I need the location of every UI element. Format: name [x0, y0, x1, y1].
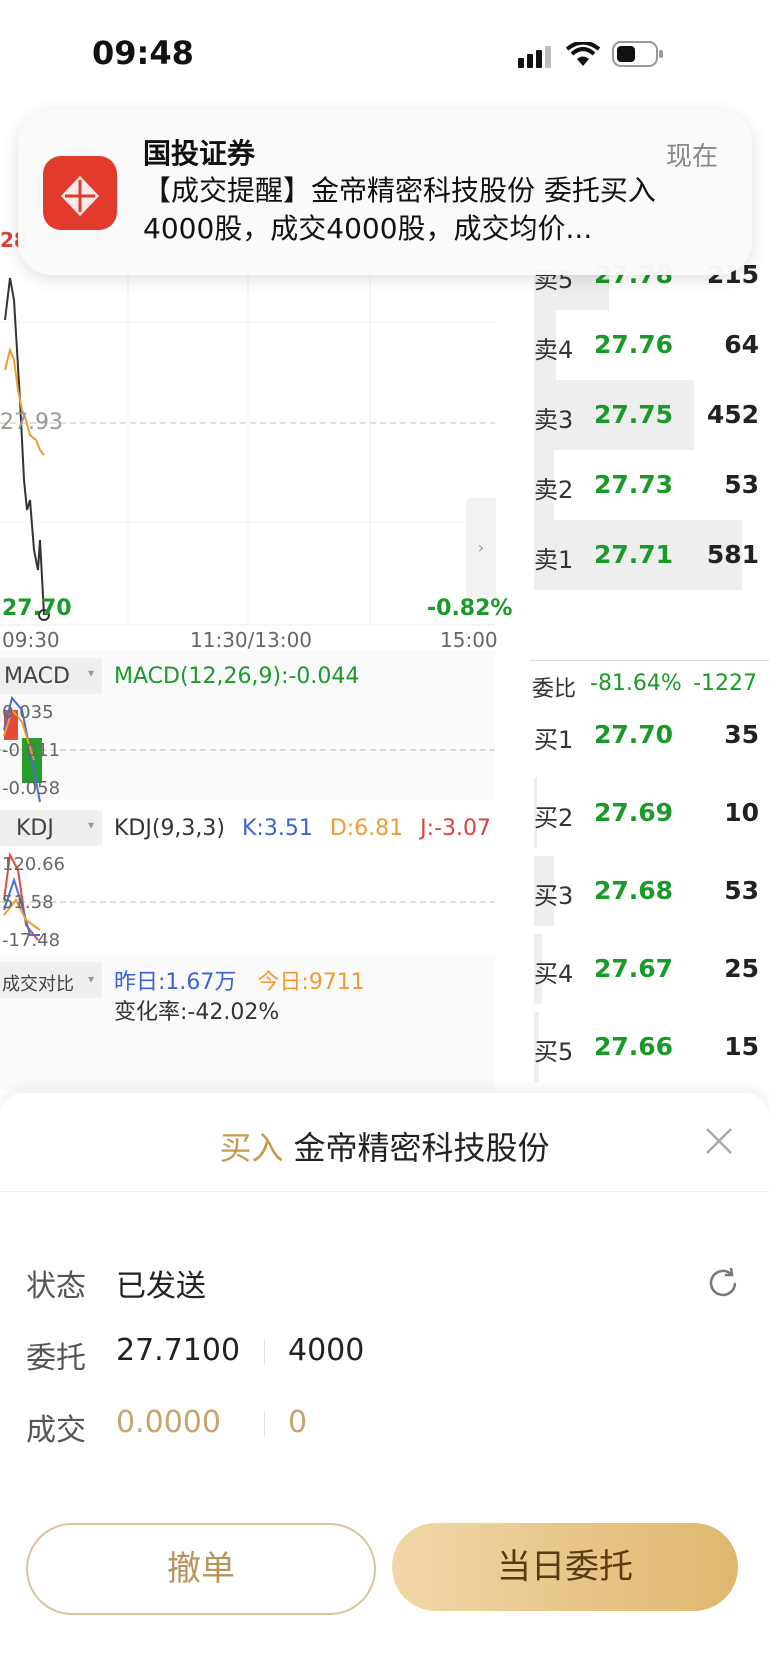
bid-row-1: 买1 27.70 35 [534, 720, 759, 754]
weibi-row: 委比 -81.64% -1227 [530, 660, 769, 702]
ask-row-2: 卖2 27.73 53 [530, 450, 769, 520]
time-label-start: 09:30 [2, 628, 60, 652]
bid-row-5: 买5 27.66 15 [530, 1012, 769, 1082]
fill-label: 成交 [26, 1413, 86, 1448]
battery-icon [612, 41, 663, 67]
order-price: 27.7100 [116, 1333, 241, 1368]
cancel-order-button[interactable]: 撤单 [26, 1523, 376, 1615]
expand-orderbook-chevron-icon[interactable]: › [466, 498, 496, 598]
order-action-label: 买入 [219, 1129, 284, 1167]
kdj-tick-top: 120.66 [2, 854, 65, 875]
change-pct-label: -0.82% [427, 596, 513, 621]
bid-row-4: 买4 27.67 25 [530, 934, 769, 1004]
notification-time: 现在 [665, 142, 718, 172]
ask-row-3: 卖3 27.75 452 [530, 380, 769, 450]
macd-tick-mid: -0.011 [2, 740, 61, 761]
wifi-icon [566, 42, 600, 66]
time-label-mid: 11:30/13:00 [190, 628, 313, 652]
sheet-title: 买入 金帝精密科技股份 [0, 1123, 769, 1169]
close-icon[interactable] [701, 1123, 737, 1159]
volume-change-rate: 变化率:-42.02% [114, 1000, 280, 1025]
volume-compare-select[interactable]: 成交对比 ▾ [0, 962, 102, 998]
ask-row-1: 卖1 27.71 581 [530, 520, 769, 590]
order-quantity: 4000 [288, 1333, 365, 1368]
refresh-icon[interactable] [705, 1265, 741, 1301]
notification-body: 【成交提醒】金帝精密科技股份 委托买入4000股，成交4000股，成交均价... [143, 174, 656, 245]
status-label: 状态 [26, 1269, 86, 1304]
bid-row-3: 买3 27.68 53 [530, 856, 769, 926]
kdj-indicator-select[interactable]: KDJ ▾ [0, 810, 102, 846]
stock-name: 金帝精密科技股份 [293, 1129, 550, 1167]
cellular-signal-icon [518, 46, 551, 68]
macd-tick-low: -0.058 [2, 778, 61, 799]
kdj-params: KDJ(9,3,3) K:3.51 D:6.81 J:-3.07 [114, 816, 491, 841]
order-label: 委托 [26, 1341, 86, 1376]
volume-compare-values: 昨日:1.67万 今日:9711 [114, 970, 365, 995]
status-bar: 09:48 [0, 0, 769, 110]
order-detail-sheet: 买入 金帝精密科技股份 状态 已发送 委托 27.7100 4000 成交 0.0… [0, 1093, 769, 1665]
fill-price: 0.0000 [116, 1405, 221, 1440]
bid-book: 买1 27.70 35 买2 27.69 10 买3 27.68 53 买4 2… [530, 700, 769, 1090]
avg-price-line [4, 346, 45, 456]
fill-quantity: 0 [288, 1405, 308, 1440]
today-orders-button[interactable]: 当日委托 [392, 1523, 738, 1611]
kdj-tick-mid: 51.58 [2, 892, 54, 913]
macd-tick-top: 0.035 [2, 702, 54, 723]
trade-notification-banner[interactable]: 国投证券 现在 【成交提醒】金帝精密科技股份 委托买入4000股，成交4000股… [18, 110, 752, 275]
status-time: 09:48 [92, 34, 194, 72]
price-mid-label: 27.93 [0, 410, 63, 435]
status-value: 已发送 [116, 1269, 206, 1304]
price-low-label: 27.70 [2, 596, 72, 621]
macd-params: MACD(12,26,9):-0.044 [114, 664, 360, 689]
bid-row-2: 买2 27.69 10 [530, 778, 769, 848]
app-logo-icon [43, 156, 117, 230]
sheet-header: 买入 金帝精密科技股份 [0, 1093, 769, 1192]
macd-indicator-select[interactable]: MACD ▾ [0, 658, 102, 694]
time-label-end: 15:00 [440, 628, 498, 652]
ask-row-4: 卖4 27.76 64 [530, 310, 769, 380]
notification-app-name: 国投证券 [143, 137, 256, 170]
kdj-tick-low: -17.48 [2, 930, 61, 951]
